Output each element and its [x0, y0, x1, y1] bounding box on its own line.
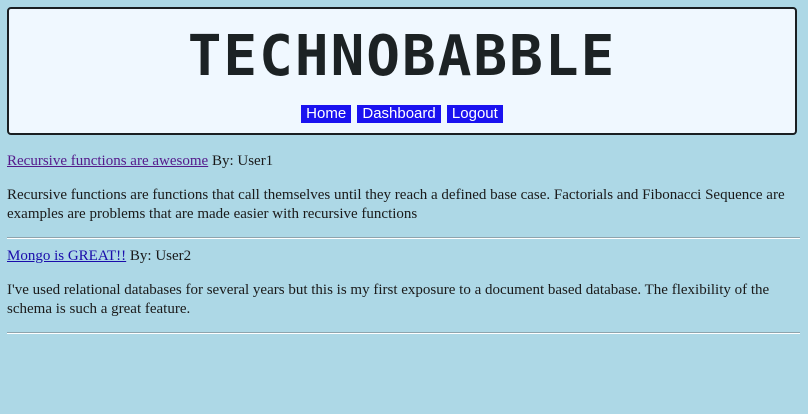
- post-header: Recursive functions are awesome By: User…: [7, 152, 800, 171]
- post-list: Recursive functions are awesome By: User…: [7, 152, 800, 342]
- post-byline: By: User2: [129, 248, 192, 264]
- nav-logout-button[interactable]: Logout: [446, 105, 503, 123]
- post-byline: By: User1: [211, 153, 274, 169]
- site-header: TECHNOBABBLE Home Dashboard Logout: [7, 7, 797, 135]
- post-title-link[interactable]: Mongo is GREAT!!: [7, 248, 126, 264]
- site-logo: TECHNOBABBLE: [187, 24, 617, 89]
- post-body: Recursive functions are functions that c…: [7, 187, 785, 222]
- main-nav: Home Dashboard Logout: [9, 105, 795, 123]
- post-body: I've used relational databases for sever…: [7, 282, 770, 317]
- post-divider: [7, 237, 800, 239]
- nav-dashboard-button[interactable]: Dashboard: [357, 105, 441, 123]
- post-item: Mongo is GREAT!! By: User2 I've used rel…: [7, 247, 800, 334]
- post-title-link[interactable]: Recursive functions are awesome: [7, 153, 208, 169]
- nav-home-button[interactable]: Home: [301, 105, 352, 123]
- post-item: Recursive functions are awesome By: User…: [7, 152, 800, 239]
- post-divider: [7, 332, 800, 334]
- post-header: Mongo is GREAT!! By: User2: [7, 247, 800, 266]
